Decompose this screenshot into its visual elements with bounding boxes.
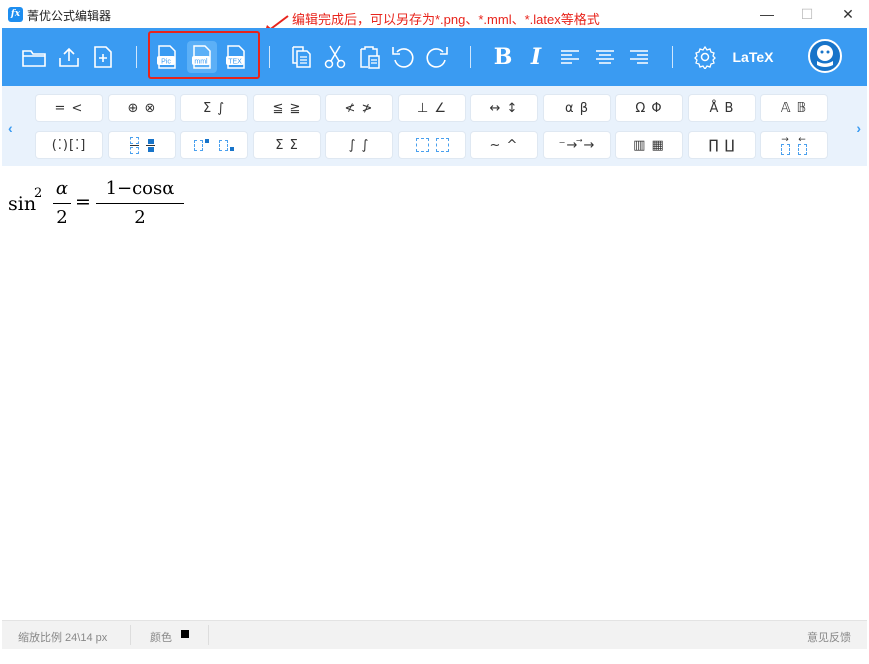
palette-sum-integral[interactable]: Σ ∫ [181,95,247,121]
toolbar-separator [269,46,270,68]
folder-icon [22,50,46,67]
redo-icon [426,47,448,68]
align-right-button[interactable] [624,41,654,73]
formula-editor-area[interactable] [2,166,867,620]
align-center-icon [596,50,614,64]
align-left-button[interactable] [555,41,585,73]
formula-frac2-bar [96,203,184,204]
symbol-palette: ‹ › = < ⊕ ⊗ Σ ∫ ≦ ≧ ≮ ≯ ⊥ ∠ ↔ ↕ α β Ω Φ … [2,86,867,166]
png-file-icon: Pic [157,45,176,69]
formula-frac1-denominator: 2 [56,207,68,228]
mml-file-icon: mml [192,45,211,69]
cut-button[interactable] [320,41,350,73]
align-center-button[interactable] [590,41,620,73]
main-toolbar: Pic mml TEX B I LaTeX [2,28,867,86]
annotation-text: 编辑完成后，可以另存为*.png、*.mml、*.latex等格式 [292,12,600,27]
palette-boxes[interactable] [399,132,465,158]
close-button[interactable]: ✕ [834,4,862,24]
align-right-icon [630,50,648,64]
open-file-button[interactable] [19,41,49,73]
color-label: 颜色 [150,632,172,644]
palette-fractions[interactable] [109,132,175,158]
formula-frac1-numerator: α [55,178,69,199]
palette-relations[interactable]: = < [36,95,102,121]
align-left-icon [561,50,579,64]
window-title: 菁优公式编辑器 [27,9,112,23]
book-icon [817,45,833,67]
status-bar: 缩放比例 24\14 px 颜色 意见反馈 [2,620,867,649]
new-file-icon [94,46,112,68]
zoom-level: 缩放比例 24\14 px [18,632,108,644]
formula-frac2-numerator: 1−cosα [105,178,175,199]
formula-display[interactable]: sin 2 α 2 = 1−cosα 2 [8,178,198,233]
palette-arrows-labeled[interactable]: ⁻→ ⃗→ [544,132,610,158]
new-file-button[interactable] [88,41,118,73]
clipboard-icon [360,46,380,69]
formula-frac1-bar [53,203,71,204]
color-swatch[interactable] [181,630,189,638]
palette-matrices[interactable]: ▥ ▦ [616,132,682,158]
minimize-button[interactable]: — [753,4,781,24]
palette-greek-upper[interactable]: Ω Φ [616,95,682,121]
formula-exponent: 2 [34,186,43,201]
upload-icon [59,47,79,67]
scissors-icon [324,45,346,69]
export-tex-button[interactable]: TEX [221,41,251,73]
palette-blackboard[interactable]: 𝔸 𝔹 [761,95,827,121]
tex-file-icon: TEX [226,45,245,69]
italic-button[interactable]: I [521,41,551,73]
copy-button[interactable] [286,41,316,73]
undo-icon [392,47,414,68]
feedback-link[interactable]: 意见反馈 [807,629,851,645]
palette-scripts[interactable] [181,132,247,158]
undo-button[interactable] [388,41,418,73]
palette-next-button[interactable]: › [856,120,861,136]
formula-equals: = [75,191,91,213]
settings-button[interactable] [690,41,720,73]
export-mml-button[interactable]: mml [187,41,217,73]
palette-sums[interactable]: Σ Σ [254,132,320,158]
toolbar-separator [470,46,471,68]
gear-icon [694,45,716,69]
bold-button[interactable]: B [488,41,518,73]
palette-integrals[interactable]: ∫ ∫ [326,132,392,158]
palette-vectors[interactable]: → ← [761,132,827,158]
app-logo-icon: fx [8,7,23,22]
paste-button[interactable] [354,41,384,73]
palette-products[interactable]: ∏ ∐ [689,132,755,158]
palette-brackets[interactable]: (⁚)[⁚] [36,132,102,158]
palette-letters[interactable]: Å B [689,95,755,121]
png-file-text: Pic [161,59,171,66]
toolbar-separator [672,46,673,68]
mml-file-text: mml [194,59,208,66]
maximize-button[interactable]: ☐ [793,4,821,24]
formula-function: sin [8,193,37,215]
palette-operators[interactable]: ⊕ ⊗ [109,95,175,121]
palette-inequalities[interactable]: ≦ ≧ [254,95,320,121]
toolbar-separator [136,46,137,68]
status-divider [130,625,131,645]
brand-logo-icon[interactable] [808,39,842,73]
palette-geometry[interactable]: ⊥ ∠ [399,95,465,121]
tex-file-text: TEX [228,59,242,66]
export-png-button[interactable]: Pic [152,41,182,73]
palette-arrows[interactable]: ↔ ↕ [471,95,537,121]
palette-accents[interactable]: ~ ^ [471,132,537,158]
status-divider [208,625,209,645]
formula-frac2-denominator: 2 [134,207,146,228]
palette-not-less-greater[interactable]: ≮ ≯ [326,95,392,121]
palette-prev-button[interactable]: ‹ [8,120,13,136]
redo-button[interactable] [422,41,452,73]
palette-greek-lower[interactable]: α β [544,95,610,121]
upload-button[interactable] [54,41,84,73]
latex-button[interactable]: LaTeX [727,46,779,68]
copy-icon [292,46,311,68]
